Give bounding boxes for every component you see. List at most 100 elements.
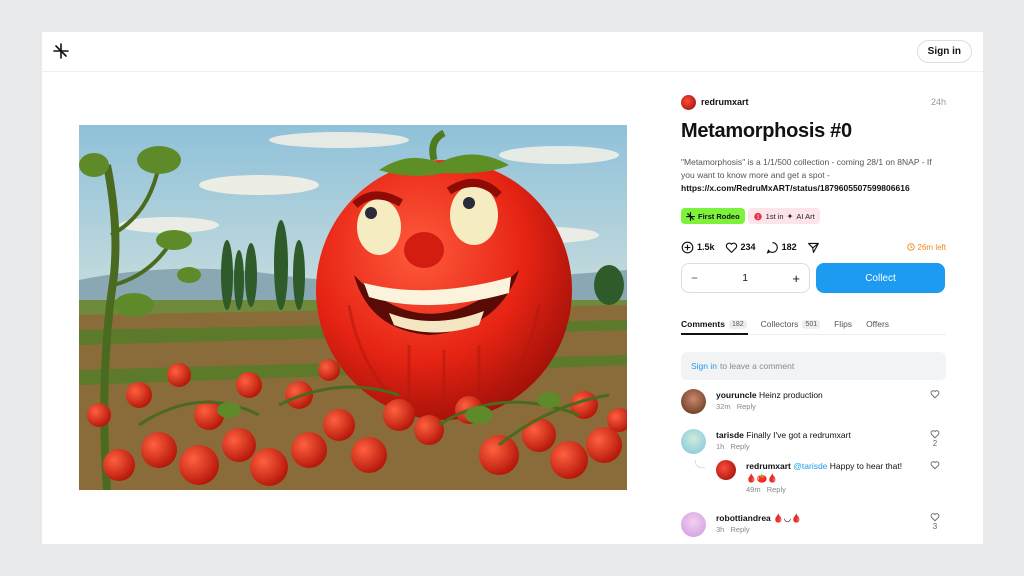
comment-stat[interactable]: 182 [766,241,797,254]
comment-item: robottiandrea 🩸◡🩸 3h Reply 3 [681,512,946,542]
description-link[interactable]: https://x.com/RedruMxART/status/18796055… [681,182,946,195]
svg-text:1: 1 [756,215,759,221]
tab-collectors-count: 501 [802,319,821,329]
tab-active-indicator [681,333,748,335]
comment-time: 32m [716,402,731,411]
comment-meta: 1h Reply [716,442,916,451]
comment-sign-in-link[interactable]: Sign in [691,361,717,371]
post-title: Metamorphosis #0 [681,120,852,142]
comment-bubble-icon [766,241,778,254]
tag-list: First Rodeo 1 1st in ✦ AI Art [681,208,820,224]
author-avatar[interactable] [681,94,696,110]
comment-count: 182 [781,242,797,252]
comment-line: redrumxart @tarisde Happy to hear that! [746,460,916,472]
heart-icon [930,430,940,439]
comment-prompt[interactable]: Sign in to leave a comment [681,352,946,380]
comment-body: youruncle Heinz production 32m Reply [716,389,916,411]
tag-first-in-label: 1st in [765,211,784,221]
comment-time: 1h [716,442,725,451]
like-count: 234 [740,242,756,252]
comment-like[interactable] [929,460,941,470]
comment-body: robottiandrea 🩸◡🩸 3h Reply [716,512,916,534]
share-stat[interactable] [807,241,820,254]
reply-button[interactable]: Reply [730,442,749,451]
reply-button[interactable]: Reply [730,525,749,534]
comment-meta: 32m Reply [716,402,916,411]
tag-first-rodeo-label: First Rodeo [698,211,740,221]
heart-icon [725,242,737,253]
add-circle-icon [681,241,694,253]
tab-flips[interactable]: Flips [834,319,852,329]
comment-like[interactable]: 3 [929,512,941,531]
tab-collectors-label: Collectors [760,319,799,329]
increment-button[interactable]: + [792,271,800,286]
tag-ai-art[interactable]: 1 1st in ✦ AI Art [747,208,820,224]
comment-text: 🩸◡🩸 [773,513,802,523]
clock-icon [906,243,915,251]
first-in-icon: 1 [753,212,762,221]
tab-collectors[interactable]: Collectors 501 [760,319,821,329]
collect-count: 1.5k [697,242,715,252]
collect-button[interactable]: Collect [816,263,945,293]
comment-item: youruncle Heinz production 32m Reply [681,389,946,419]
reply-button[interactable]: Reply [767,485,786,494]
quantity-value[interactable]: 1 [742,273,748,284]
comment-user[interactable]: youruncle [716,390,757,400]
comment-user[interactable]: tarisde [716,430,744,440]
comment-item: tarisde Finally I've got a redrumxart 1h… [681,429,946,459]
time-left-label: 26m left [917,242,946,252]
like-stat[interactable]: 234 [725,241,756,254]
tab-comments-count: 182 [728,319,747,329]
commenter-avatar[interactable] [681,512,706,537]
tab-comments-label: Comments [681,319,725,329]
commenter-avatar[interactable] [681,429,706,454]
collect-stat[interactable]: 1.5k [681,241,715,254]
comment-mention[interactable]: @tarisde [793,461,827,471]
comment-user[interactable]: redrumxart [746,461,791,471]
author-row: redrumxart 24h [681,94,946,110]
comment-line: robottiandrea 🩸◡🩸 [716,512,916,524]
commenter-avatar[interactable] [681,389,706,414]
thread-connector [695,460,705,468]
tab-offers-label: Offers [866,319,890,329]
tag-first-rodeo[interactable]: First Rodeo [681,208,745,224]
sparkle-icon: ✦ [786,211,794,221]
send-icon [807,242,819,253]
tab-comments[interactable]: Comments 182 [681,319,747,329]
reply-button[interactable]: Reply [737,402,756,411]
like-count: 3 [932,522,938,531]
heart-icon [930,390,940,399]
tab-bar: Comments 182 Collectors 501 Flips Offers [681,319,946,329]
artwork-image[interactable] [79,125,627,490]
comment-line: tarisde Finally I've got a redrumxart [716,429,916,441]
logo-icon[interactable] [53,43,69,59]
decrement-button[interactable]: − [691,271,698,285]
comment-meta: 3h Reply [716,525,916,534]
post-time: 24h [930,97,946,107]
time-left: 26m left [906,242,946,252]
comment-text: Heinz production [759,390,823,400]
heart-icon [930,513,940,522]
commenter-avatar[interactable] [716,460,736,480]
comment-body: redrumxart @tarisde Happy to hear that! … [746,460,916,494]
heart-icon [930,461,940,470]
comment-prompt-text: to leave a comment [720,361,795,371]
quantity-stepper: − 1 + [681,263,810,293]
details-panel: redrumxart 24h Metamorphosis #0 "Metamor… [681,32,946,544]
tag-ai-art-label: AI Art [796,211,815,221]
post-description: "Metamorphosis" is a 1/1/500 collection … [681,156,946,195]
comment-like[interactable]: 2 [929,429,941,448]
comment-time: 3h [716,525,725,534]
tab-offers[interactable]: Offers [866,319,889,329]
comment-text: Finally I've got a redrumxart [746,430,851,440]
description-text: "Metamorphosis" is a 1/1/500 collection … [681,157,932,180]
first-rodeo-icon [686,211,695,221]
comment-emoji: 🩸🍅🩸 [746,473,778,483]
like-count: 2 [932,439,938,448]
author-name[interactable]: redrumxart [701,97,749,107]
comment-text: Happy to hear that! [829,461,903,471]
tab-flips-label: Flips [834,319,853,329]
comment-meta: 49m Reply [746,485,916,494]
comment-like[interactable] [929,389,941,399]
comment-user[interactable]: robottiandrea [716,513,771,523]
